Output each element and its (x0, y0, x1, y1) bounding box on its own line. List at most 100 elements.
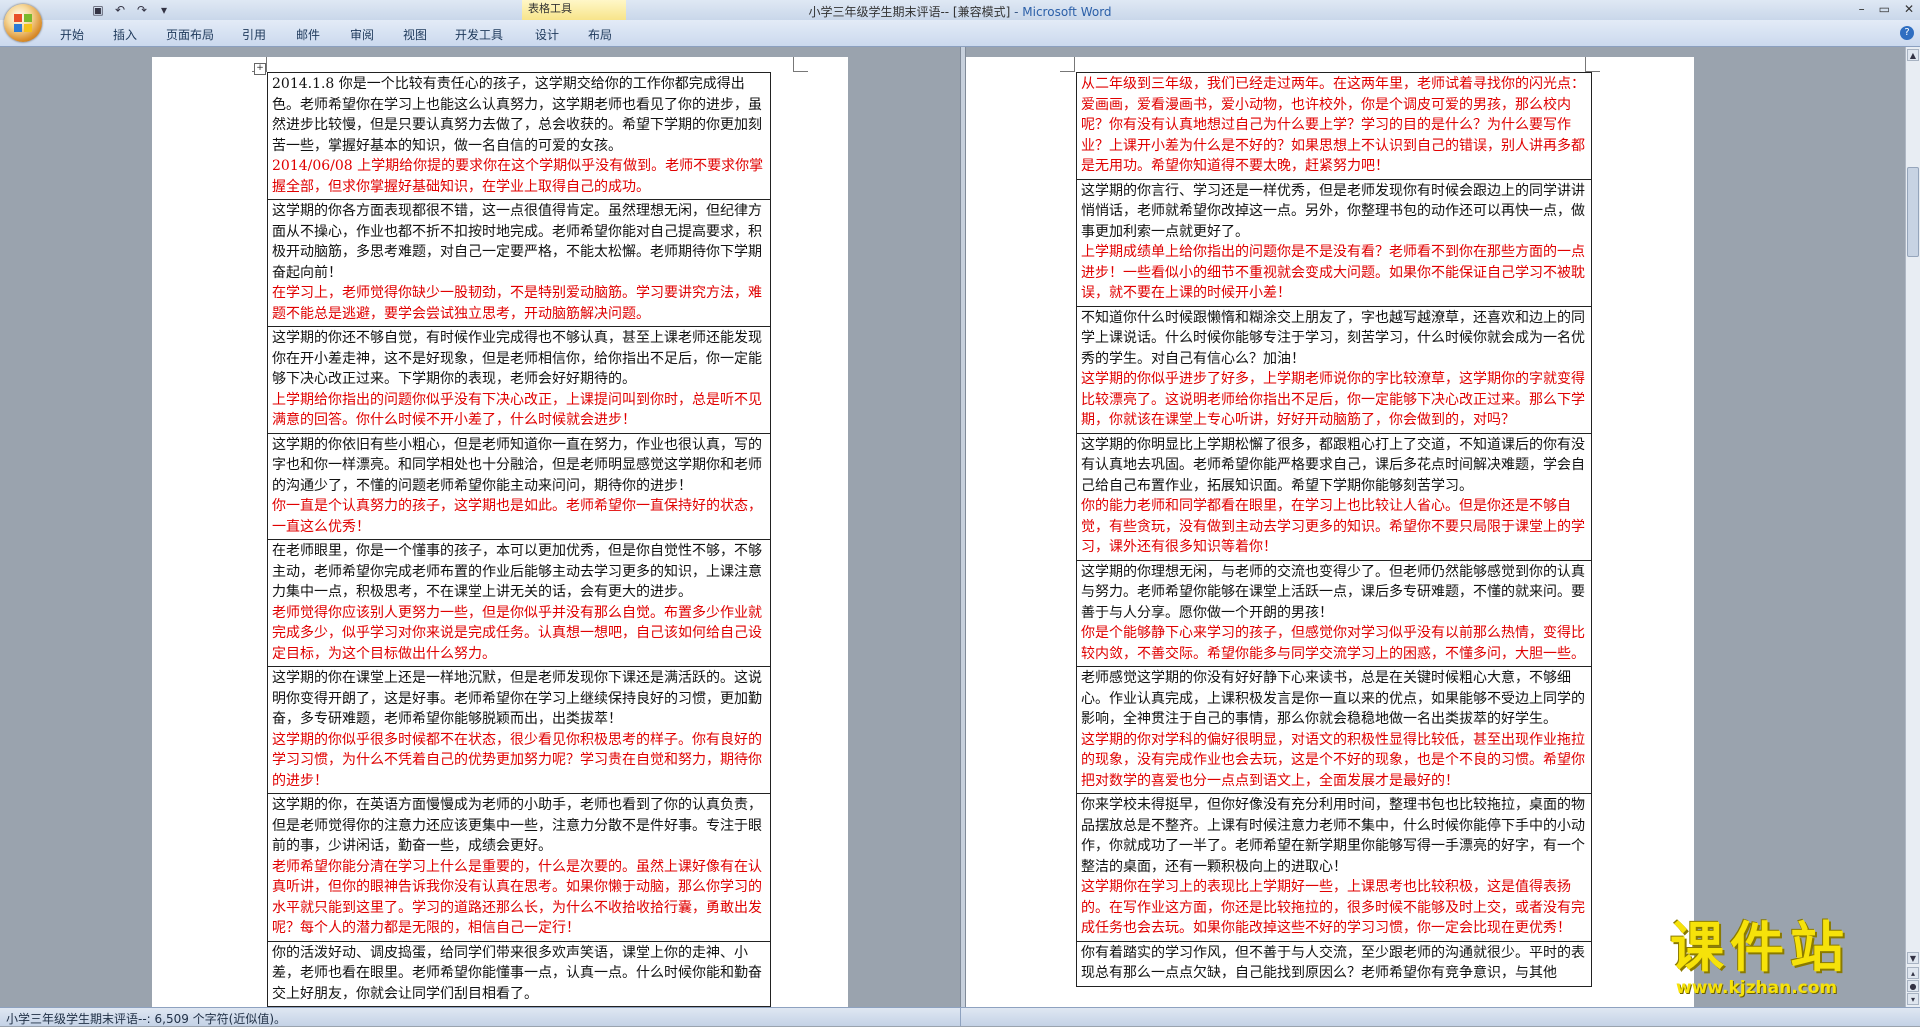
table-row: 这学期的你还不够自觉，有时候作业完成得也不够认真，甚至上课老师还能发现你在开小差… (267, 326, 771, 434)
table-row: 在老师眼里，你是一个懂事的孩子，本可以更加优秀，但是你自觉性不够，不够主动，老师… (267, 539, 771, 667)
comment-cell[interactable]: 这学期的你依旧有些小粗心，但是老师知道你一直在努力，作业也很认真，写的字也和你一… (267, 432, 771, 540)
ribbon-tab-bar: 开始 插入 页面布局 引用 邮件 审阅 视图 开发工具 设计 布局 ? (0, 20, 1920, 47)
table-row: 这学期的你各方面表现都很不错，这一点很值得肯定。虽然理想无闲，但纪律方面从不操心… (267, 199, 771, 327)
comment-cell[interactable]: 2014.1.8 你是一个比较有责任心的孩子，这学期交给你的工作你都完成得出色。… (267, 72, 771, 200)
watermark-url: www.kjzhan.com (1676, 978, 1838, 998)
crop-mark (1585, 57, 1600, 72)
comment-cell[interactable]: 你来学校未得挺早，但你好像没有充分利用时间，整理书包也比较拖拉，桌面的物品摆放总… (1076, 793, 1592, 942)
comment-cell[interactable]: 你的活泼好动、调皮捣蛋，给同学们带来很多欢声笑语，课堂上你的走神、小差，老师也看… (267, 940, 771, 1007)
tab-references[interactable]: 引用 (242, 26, 266, 43)
teacher-comment-text: 这学期的你在课堂上还是一样地沉默，但是老师发现你下课还是满活跃的。这说明你变得开… (272, 670, 762, 727)
teacher-comment-text: 不知道你什么时候跟懒惰和糊涂交上朋友了，字也越写越潦草，还喜欢和边上的同学上课说… (1081, 309, 1585, 367)
followup-comment-text: 上学期成绩单上给你指出的问题你是不是没有看？老师看不到你在那些方面的一点进步！一… (1081, 244, 1585, 301)
teacher-comment-text: 老师感觉这学期的你没有好好静下心来读书，总是在关键时候粗心大意，不够细心。作业认… (1081, 670, 1585, 727)
followup-comment-text: 你是个能够静下心来学习的孩子，但感觉你对学习似乎没有以前那么热情，变得比较内敛，… (1081, 625, 1585, 662)
comment-cell[interactable]: 这学期的你还不够自觉，有时候作业完成得也不够认真，甚至上课老师还能发现你在开小差… (267, 326, 771, 434)
document-title: 小学三年级学生期末评语-- [兼容模式] (808, 5, 1011, 19)
table-row: 你有着踏实的学习作风，但不善于与人交流，至少跟老师的沟通就很少。平时的表现总有那… (1076, 940, 1592, 987)
comment-cell[interactable]: 这学期的你明显比上学期松懈了很多，都跟粗心打上了交道，不知道课后的你有没有认真地… (1076, 432, 1592, 561)
help-icon[interactable]: ? (1900, 26, 1914, 40)
teacher-comment-text: 2014.1.8 你是一个比较有责任心的孩子，这学期交给你的工作你都完成得出色。… (272, 76, 762, 154)
comments-table-left[interactable]: 2014.1.8 你是一个比较有责任心的孩子，这学期交给你的工作你都完成得出色。… (267, 72, 771, 1007)
comment-cell[interactable]: 这学期的你言行、学习还是一样优秀，但是老师发现你有时候会跟边上的同学讲讲悄悄话，… (1076, 178, 1592, 307)
crop-mark (1060, 57, 1075, 72)
tab-page-layout[interactable]: 页面布局 (166, 26, 214, 43)
tab-home[interactable]: 开始 (60, 26, 84, 43)
followup-comment-text: 这学期你在学习上的表现比上学期好一些，上课思考也比较积极，这是值得表扬的。在写作… (1081, 879, 1585, 936)
table-row: 不知道你什么时候跟懒惰和糊涂交上朋友了，字也越写越潦草，还喜欢和边上的同学上课说… (1076, 305, 1592, 434)
table-row: 老师感觉这学期的你没有好好静下心来读书，总是在关键时候粗心大意，不够细心。作业认… (1076, 666, 1592, 794)
split-pane-divider[interactable] (960, 47, 966, 1025)
window-controls: – ▭ ✕ (1859, 2, 1914, 16)
tab-developer[interactable]: 开发工具 (455, 26, 503, 43)
table-row: 这学期的你，在英语方面慢慢成为老师的小助手，老师也看到了你的认真负责，但是老师觉… (267, 793, 771, 942)
comment-cell[interactable]: 你有着踏实的学习作风，但不善于与人交流，至少跟老师的沟通就很少。平时的表现总有那… (1076, 940, 1592, 987)
teacher-comment-text: 这学期的你言行、学习还是一样优秀，但是老师发现你有时候会跟边上的同学讲讲悄悄话，… (1081, 182, 1585, 240)
tab-insert[interactable]: 插入 (113, 26, 137, 43)
status-divider (960, 1008, 961, 1026)
comment-cell[interactable]: 这学期的你理想无闲，与老师的交流也变得少了。但老师仍然能够感觉到你的认真与努力。… (1076, 559, 1592, 667)
comment-cell[interactable]: 这学期的你在课堂上还是一样地沉默，但是老师发现你下课还是满活跃的。这说明你变得开… (267, 666, 771, 794)
close-button[interactable]: ✕ (1904, 2, 1914, 16)
tab-view[interactable]: 视图 (403, 26, 427, 43)
word-count-status[interactable]: 小学三年级学生期末评语--: 6,509 个字符(近似值)。 (6, 1010, 286, 1027)
document-page-right: 从二年级到三年级，我们已经走过两年。在这两年里，老师试着寻找你的闪光点：爱画画，… (964, 57, 1694, 1007)
followup-comment-text: 你的能力老师和同学都看在眼里，在学习上也比较让人省心。但是你还是不够自觉，有些贪… (1081, 498, 1585, 555)
tab-mailings[interactable]: 邮件 (296, 26, 320, 43)
table-row: 这学期的你在课堂上还是一样地沉默，但是老师发现你下课还是满活跃的。这说明你变得开… (267, 666, 771, 794)
select-browse-object-icon[interactable]: ● (1907, 980, 1919, 992)
minimize-button[interactable]: – (1859, 2, 1865, 16)
comments-table-right[interactable]: 从二年级到三年级，我们已经走过两年。在这两年里，老师试着寻找你的闪光点：爱画画，… (1076, 72, 1592, 987)
followup-comment-text: 这学期的你似乎很多时候都不在状态，很少看见你积极思考的样子。你有良好的学习习惯，… (272, 731, 762, 789)
table-row: 2014.1.8 你是一个比较有责任心的孩子，这学期交给你的工作你都完成得出色。… (267, 72, 771, 200)
office-button[interactable] (4, 4, 42, 42)
document-area: + 2014.1.8 你是一个比较有责任心的孩子，这学期交给你的工作你都完成得出… (0, 47, 1906, 1007)
comment-cell[interactable]: 老师感觉这学期的你没有好好静下心来读书，总是在关键时候粗心大意，不够细心。作业认… (1076, 666, 1592, 794)
comment-cell[interactable]: 不知道你什么时候跟懒惰和糊涂交上朋友了，字也越写越潦草，还喜欢和边上的同学上课说… (1076, 305, 1592, 434)
table-move-handle[interactable]: + (254, 63, 266, 75)
watermark-title: 课件站 (1670, 916, 1850, 979)
window-title: 小学三年级学生期末评语-- [兼容模式] - Microsoft Word (0, 3, 1920, 20)
teacher-comment-text: 这学期的你理想无闲，与老师的交流也变得少了。但老师仍然能够感觉到你的认真与努力。… (1081, 563, 1585, 621)
teacher-comment-text: 这学期的你还不够自觉，有时候作业完成得也不够认真，甚至上课老师还能发现你在开小差… (272, 330, 762, 387)
followup-comment-text: 2014/06/08 上学期给你提的要求你在这个学期似乎没有做到。老师不要求你掌… (272, 158, 764, 195)
comment-cell[interactable]: 这学期的你各方面表现都很不错，这一点很值得肯定。虽然理想无闲，但纪律方面从不操心… (267, 199, 771, 327)
teacher-comment-text: 这学期的你明显比上学期松懈了很多，都跟粗心打上了交道，不知道课后的你有没有认真地… (1081, 436, 1585, 494)
teacher-comment-text: 这学期的你依旧有些小粗心，但是老师知道你一直在努力，作业也很认真，写的字也和你一… (272, 436, 762, 494)
next-page-icon[interactable]: ▾ (1907, 993, 1919, 1005)
comment-cell[interactable]: 这学期的你，在英语方面慢慢成为老师的小助手，老师也看到了你的认真负责，但是老师觉… (267, 793, 771, 942)
tab-layout[interactable]: 布局 (588, 26, 612, 43)
previous-page-icon[interactable]: ▴ (1907, 967, 1919, 979)
teacher-comment-text: 你的活泼好动、调皮捣蛋，给同学们带来很多欢声笑语，课堂上你的走神、小差，老师也看… (272, 944, 762, 1002)
scroll-thumb[interactable] (1907, 167, 1919, 257)
table-row: 从二年级到三年级，我们已经走过两年。在这两年里，老师试着寻找你的闪光点：爱画画，… (1076, 72, 1592, 180)
teacher-comment-text: 你有着踏实的学习作风，但不善于与人交流，至少跟老师的沟通就很少。平时的表现总有那… (1081, 944, 1585, 982)
table-row: 这学期的你明显比上学期松懈了很多，都跟粗心打上了交道，不知道课后的你有没有认真地… (1076, 432, 1592, 561)
comment-cell[interactable]: 在老师眼里，你是一个懂事的孩子，本可以更加优秀，但是你自觉性不够，不够主动，老师… (267, 539, 771, 667)
scroll-down-icon[interactable]: ▼ (1907, 952, 1919, 964)
table-row: 这学期的你依旧有些小粗心，但是老师知道你一直在努力，作业也很认真，写的字也和你一… (267, 432, 771, 540)
tab-review[interactable]: 审阅 (350, 26, 374, 43)
title-bar: ▣ ↶ ↷ ▾ 表格工具 小学三年级学生期末评语-- [兼容模式] - Micr… (0, 0, 1920, 20)
followup-comment-text: 老师希望你能分清在学习上什么是重要的，什么是次要的。虽然上课好像有在认真听讲，但… (272, 858, 762, 937)
application-name: Microsoft Word (1022, 5, 1112, 19)
followup-comment-text: 在学习上，老师觉得你缺少一股韧劲，不是特别爱动脑筋。学习要讲究方法，难题不能总是… (272, 285, 762, 322)
document-page-left: + 2014.1.8 你是一个比较有责任心的孩子，这学期交给你的工作你都完成得出… (152, 57, 848, 1007)
status-bar: 小学三年级学生期末评语--: 6,509 个字符(近似值)。 (0, 1007, 1920, 1026)
teacher-comment-text: 这学期的你，在英语方面慢慢成为老师的小助手，老师也看到了你的认真负责，但是老师觉… (272, 797, 762, 854)
vertical-scrollbar[interactable]: ▲ ▼ ▴ ● ▾ (1905, 47, 1920, 1007)
followup-comment-text: 上学期给你指出的问题你似乎没有下决心改正，上课提问叫到你时，总是听不见满意的回答… (272, 391, 762, 429)
followup-comment-text: 从二年级到三年级，我们已经走过两年。在这两年里，老师试着寻找你的闪光点：爱画画，… (1081, 76, 1585, 174)
followup-comment-text: 你一直是个认真努力的孩子，这学期也是如此。老师希望你一直保持好的状态，一直这么优… (272, 498, 762, 535)
restore-button[interactable]: ▭ (1879, 2, 1890, 16)
table-row: 你来学校未得挺早，但你好像没有充分利用时间，整理书包也比较拖拉，桌面的物品摆放总… (1076, 793, 1592, 942)
comment-cell[interactable]: 从二年级到三年级，我们已经走过两年。在这两年里，老师试着寻找你的闪光点：爱画画，… (1076, 72, 1592, 180)
crop-mark (793, 57, 808, 72)
tab-design[interactable]: 设计 (535, 26, 559, 43)
teacher-comment-text: 在老师眼里，你是一个懂事的孩子，本可以更加优秀，但是你自觉性不够，不够主动，老师… (272, 543, 762, 600)
followup-comment-text: 老师觉得你应该别人更努力一些，但是你似乎并没有那么自觉。布置多少作业就完成多少，… (272, 604, 762, 662)
scroll-up-icon[interactable]: ▲ (1907, 49, 1919, 61)
office-logo-icon (13, 13, 33, 33)
table-row: 你的活泼好动、调皮捣蛋，给同学们带来很多欢声笑语，课堂上你的走神、小差，老师也看… (267, 940, 771, 1007)
watermark-logo: 课件站 www.kjzhan.com (1670, 918, 1906, 1008)
